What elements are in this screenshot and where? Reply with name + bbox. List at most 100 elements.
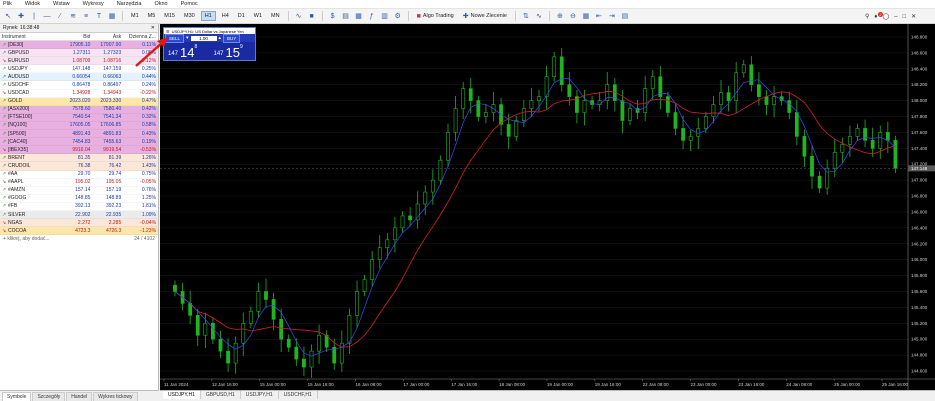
- profiles-icon[interactable]: ▦: [354, 11, 364, 21]
- symbol-row[interactable]: ↗ #AMZN 157.14 157.19 0.76%: [0, 186, 158, 195]
- menu-file[interactable]: Plik: [3, 1, 12, 7]
- symbol-row[interactable]: ↗ AUDUSD 0.66054 0.66063 0.44%: [0, 73, 158, 82]
- candle-body: [468, 88, 473, 101]
- symbol-row[interactable]: ↘ USDCAD 1.34928 1.34943 -0.22%: [0, 89, 158, 98]
- algo-trading-button[interactable]: ■ Algo Trading: [414, 13, 457, 20]
- arrow-cursor-icon[interactable]: ↖: [3, 11, 13, 21]
- chart-tab-usdjpy-2[interactable]: USDJPY,H1: [241, 391, 279, 399]
- symbol-row[interactable]: ↘ #AAPL 195.02 195.05 -0.05%: [0, 178, 158, 187]
- symbol-row[interactable]: ↗ [NQ100] 17605.05 17606.85 0.58%: [0, 121, 158, 131]
- restore-icon[interactable]: □: [903, 14, 907, 20]
- depth-of-market-icon[interactable]: ⇅: [521, 11, 531, 21]
- menu-tools[interactable]: Narzędzia: [117, 1, 142, 7]
- arrow-up-icon: ↗: [2, 49, 7, 56]
- symbol-row[interactable]: ↗ GOLD 2023.020 2023.330 0.47%: [0, 97, 158, 106]
- new-order-button[interactable]: ✚ Nowe Zlecenie: [460, 12, 510, 20]
- symbol-row[interactable]: ↘ [IBEX35] 9916.04 9919.54 -0.53%: [0, 146, 158, 155]
- trendline-icon[interactable]: ∕: [55, 11, 65, 21]
- shapes-icon[interactable]: ▦: [107, 11, 117, 21]
- symbol-row[interactable]: ↗ SILVER 22.902 22.935 1.09%: [0, 210, 158, 220]
- minimize-icon[interactable]: –: [894, 14, 897, 20]
- horizontal-line-icon[interactable]: —: [42, 11, 52, 21]
- symbol-row[interactable]: ↗ [CAC40] 7454.83 7455.63 0.19%: [0, 138, 158, 147]
- menu-help[interactable]: Pomoc: [181, 1, 198, 7]
- price-chart[interactable]: 148.800 148.600 148.400 148.200 148.000 147.8…: [160, 24, 935, 390]
- menu-window[interactable]: Okno: [154, 1, 167, 7]
- column-instrument[interactable]: Instrument: [0, 34, 55, 40]
- timeframe-w1[interactable]: W1: [251, 12, 265, 20]
- symbol-row[interactable]: ↗ GBPUSD 1.27311 1.27323 0.08%: [0, 49, 158, 58]
- autoscroll-icon[interactable]: ⇥: [607, 11, 617, 21]
- column-change[interactable]: Dzienna Z...: [123, 34, 158, 40]
- strategy-tester-icon[interactable]: ⚙: [393, 11, 403, 21]
- ask-value: 392.23: [105, 203, 122, 210]
- timeframe-m15[interactable]: M15: [161, 12, 178, 20]
- menu-charts[interactable]: Wykresy: [83, 1, 104, 7]
- change-value: -1.23%: [140, 227, 157, 234]
- symbol-row[interactable]: ↘ EURUSD 1.08709 1.08716 -0.12%: [0, 57, 158, 66]
- symbol-icon[interactable]: $: [328, 11, 338, 21]
- tile-windows-icon[interactable]: ▦: [581, 11, 591, 21]
- column-bid[interactable]: Bid: [55, 34, 93, 40]
- account-icon[interactable]: ◯: [882, 13, 889, 20]
- tab-details[interactable]: Szczegóły: [32, 392, 66, 401]
- chart-window[interactable]: 148.800 148.600 148.400 148.200 148.000 147.8…: [160, 24, 935, 390]
- timeframe-m30[interactable]: M30: [181, 12, 198, 20]
- tab-trading[interactable]: Handel: [66, 392, 93, 401]
- timeframe-h1[interactable]: H1: [200, 11, 216, 21]
- timeframe-h4[interactable]: H4: [219, 12, 232, 20]
- symbol-row[interactable]: ↗ CRUDOIL 76.38 76.42 1.43%: [0, 162, 158, 171]
- lot-decrease-icon[interactable]: ▾: [186, 35, 189, 41]
- indicators-icon[interactable]: ƒ: [367, 11, 377, 21]
- color-scheme-icon[interactable]: ■: [307, 11, 317, 21]
- symbol-row[interactable]: ↗ USDJPY 147.148 147.159 0.25%: [0, 65, 158, 74]
- chart-tab-usdjpy[interactable]: USDJPY,H1: [163, 391, 201, 399]
- add-symbol-row[interactable]: + kliknij, aby dodać... 24 / 4102: [0, 235, 158, 243]
- tab-tick-chart[interactable]: Wykres tickowy: [93, 392, 138, 401]
- channel-icon[interactable]: ≋: [68, 11, 78, 21]
- lot-increase-icon[interactable]: ▴: [219, 35, 222, 41]
- column-ask[interactable]: Ask: [92, 34, 123, 40]
- chart-type-icon[interactable]: ∿: [294, 11, 304, 21]
- symbol-row[interactable]: ↗ [FTSE100] 7540.54 7541.34 0.32%: [0, 113, 158, 122]
- timeframe-m1[interactable]: M1: [128, 12, 142, 20]
- text-tool-icon[interactable]: T: [94, 11, 104, 21]
- timeframe-m5[interactable]: M5: [145, 12, 159, 20]
- chart-tab-usdchf[interactable]: USDCHF,H1: [279, 391, 318, 399]
- symbol-row[interactable]: ↗ #GOOG 148.85 148.89 1.25%: [0, 194, 158, 203]
- crosshair-icon[interactable]: ✚: [16, 11, 26, 21]
- menu-view[interactable]: Widok: [25, 1, 40, 7]
- lot-size-input[interactable]: 1.00: [190, 35, 217, 41]
- window-controls: ⚲ ♦ 2 ◯ – □ ✕: [865, 9, 916, 24]
- menu-insert[interactable]: Wstaw: [53, 1, 70, 7]
- symbol-row[interactable]: ↗ #FB 392.13 392.23 1.81%: [0, 202, 158, 211]
- timeframe-d1[interactable]: D1: [235, 12, 248, 20]
- trade-levels-icon[interactable]: ∿: [534, 11, 544, 21]
- symbol-row[interactable]: ↗ USDCHF 0.86478 0.86497 0.24%: [0, 81, 158, 90]
- period-separators-icon[interactable]: ▤: [620, 11, 630, 21]
- chart-tab-gbpusd[interactable]: GBPUSD,H1: [201, 391, 241, 399]
- symbol-row[interactable]: ↗ #AA 29.70 29.74 0.75%: [0, 170, 158, 179]
- fibonacci-icon[interactable]: ≡: [81, 11, 91, 21]
- candle-body: [294, 346, 299, 360]
- notification-bell-icon[interactable]: ♦ 2: [874, 11, 883, 20]
- sell-price[interactable]: 147 14 8: [164, 42, 210, 60]
- templates-icon[interactable]: ▤: [341, 11, 351, 21]
- close-icon[interactable]: ✕: [911, 13, 916, 20]
- close-panel-icon[interactable]: ✕: [151, 25, 155, 31]
- zoom-out-icon[interactable]: ⊖: [568, 11, 578, 21]
- symbol-row[interactable]: ↗ [SP500] 4891.43 4891.83 0.43%: [0, 130, 158, 139]
- tab-symbols[interactable]: Symbole: [2, 392, 32, 401]
- zoom-in-icon[interactable]: ⊕: [555, 11, 565, 21]
- timeframe-mn[interactable]: MN: [268, 12, 283, 20]
- vertical-line-icon[interactable]: |: [29, 11, 39, 21]
- search-icon[interactable]: ⚲: [865, 13, 869, 20]
- symbol-row[interactable]: ↗ [ASX200] 7578.60 7580.40 0.42%: [0, 105, 158, 114]
- buy-price[interactable]: 147 15 9: [210, 42, 256, 60]
- symbol-row[interactable]: ↘ COCOA 4723.3 4726.3 -1.23%: [0, 227, 158, 236]
- objects-icon[interactable]: ▥: [380, 11, 390, 21]
- chart-shift-icon[interactable]: ⇤: [594, 11, 604, 21]
- symbol-row[interactable]: ↘ NGAS 2.272 2.285 -0.04%: [0, 219, 158, 228]
- symbol-row[interactable]: ↗ BRENT 81.35 81.39 1.26%: [0, 154, 158, 163]
- symbol-row[interactable]: ↗ [DE30] 17905.10 17907.90 0.11%: [0, 41, 158, 50]
